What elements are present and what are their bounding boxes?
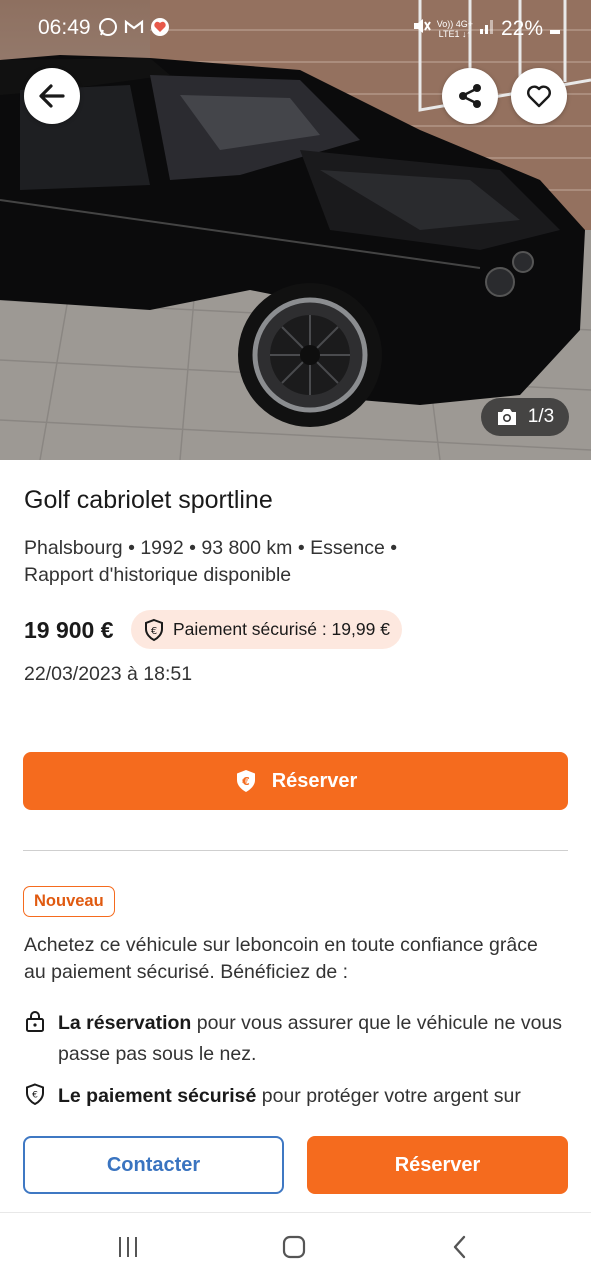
benefit-title: La réservation — [58, 1012, 192, 1034]
home-button[interactable] — [274, 1233, 314, 1261]
whatsapp-icon — [98, 17, 118, 37]
listing-title: Golf cabriolet sportline — [24, 486, 273, 514]
reserve-button-label: Réserver — [271, 769, 358, 792]
promo-intro: Achetez ce véhicule sur leboncoin en tou… — [24, 934, 538, 983]
car-photo — [0, 0, 591, 460]
listing-price: 19 900 € — [24, 617, 114, 643]
camera-icon — [497, 409, 516, 425]
benefit-text: pour protéger votre argent sur — [256, 1085, 521, 1107]
health-app-icon — [150, 17, 170, 37]
photo-counter[interactable]: 1/3 — [481, 398, 569, 436]
share-button[interactable] — [442, 68, 498, 124]
status-bar: 06:49 Vo)) 4G+ LTE1 ↓↑ 22% — [0, 0, 591, 56]
svg-text:€: € — [32, 1091, 38, 1101]
listing-subtitle: Phalsbourg • 1992 • 93 800 km • Essence … — [24, 537, 398, 586]
section-divider — [23, 850, 568, 851]
battery-icon — [549, 17, 561, 41]
share-icon — [459, 84, 481, 108]
heart-icon — [527, 85, 551, 108]
secure-payment-label: Paiement sécurisé : 19,99 € — [173, 619, 390, 639]
favorite-button[interactable] — [511, 68, 567, 124]
reserve-button-bottom[interactable]: Réserver — [307, 1136, 568, 1194]
secure-payment-badge: € Paiement sécurisé : 19,99 € — [131, 610, 402, 649]
system-nav-bar — [0, 1212, 591, 1280]
benefit-title: Le paiement sécurisé — [58, 1085, 257, 1107]
battery-level: 22% — [500, 17, 543, 40]
signal-icon — [479, 17, 495, 41]
contact-button[interactable]: Contacter — [23, 1136, 284, 1194]
svg-text:€: € — [241, 775, 250, 788]
status-time: 06:49 — [38, 16, 91, 39]
listing-photo[interactable]: 06:49 Vo)) 4G+ LTE1 ↓↑ 22% 1/3 — [0, 0, 591, 460]
photo-counter-label: 1/3 — [527, 406, 555, 427]
svg-text:€: € — [151, 626, 157, 637]
mute-icon — [411, 16, 431, 42]
back-button[interactable] — [24, 68, 80, 124]
shield-euro-icon: € — [26, 1083, 44, 1105]
chevron-left-icon — [453, 1235, 466, 1259]
gmail-icon — [124, 17, 144, 37]
home-icon — [282, 1235, 306, 1259]
shield-euro-icon: € — [145, 618, 163, 641]
bottom-action-bar: Contacter Réserver — [0, 1112, 591, 1212]
recent-apps-icon — [119, 1237, 137, 1257]
listing-date: 22/03/2023 à 18:51 — [24, 663, 193, 685]
lock-icon — [26, 1011, 44, 1032]
new-badge: Nouveau — [23, 886, 115, 917]
shield-euro-icon: € — [236, 770, 255, 792]
system-back-button[interactable] — [440, 1233, 480, 1261]
recent-apps-button[interactable] — [108, 1233, 148, 1261]
reserve-button[interactable]: € Réserver — [23, 752, 568, 810]
network-indicator: Vo)) 4G+ LTE1 ↓↑ — [436, 19, 473, 39]
arrow-left-icon — [39, 84, 65, 108]
